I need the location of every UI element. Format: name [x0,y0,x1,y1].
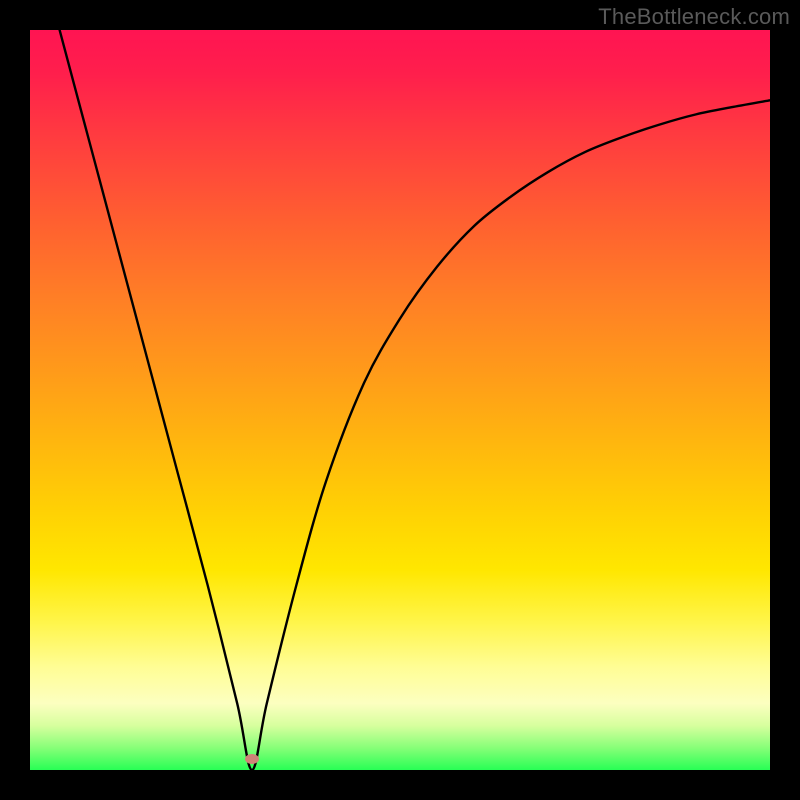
optimal-point-marker [245,754,259,764]
bottleneck-curve [60,30,770,770]
chart-frame: TheBottleneck.com [0,0,800,800]
watermark-text: TheBottleneck.com [598,4,790,30]
plot-area [30,30,770,770]
curve-svg [30,30,770,770]
